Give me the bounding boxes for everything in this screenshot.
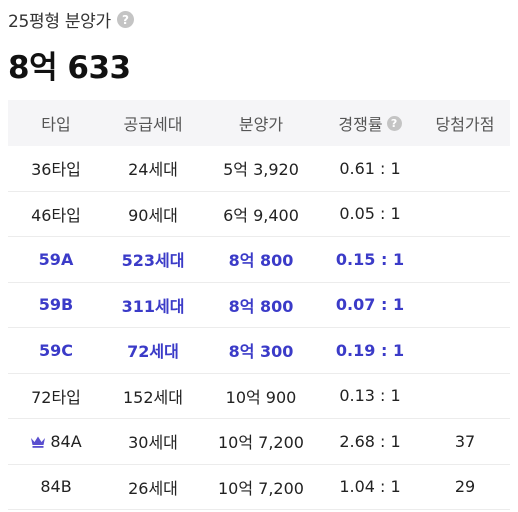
cell-text: 0.07 : 1 [335, 295, 405, 315]
competition-header-label: 경쟁률 [338, 115, 383, 134]
cell-text: 59A [38, 249, 74, 269]
cell-text: 84B [40, 477, 72, 497]
table-body: 36타입 24세대 5억 3,920 0.61 : 1 46타입 90세대 6억 9,400… [8, 146, 510, 510]
row-ratio-cell: 0.19 : 1 [320, 327, 420, 374]
cell-text: 37 [454, 431, 476, 451]
row-ratio-cell: 0.61 : 1 [320, 146, 420, 192]
row-price-cell: 5억 3,920 [202, 146, 320, 192]
cell-text: 90세대 [128, 205, 178, 225]
row-score-cell: 29 [420, 464, 510, 510]
cell-text: 10억 7,200 [218, 433, 304, 453]
row-price-cell: 10억 7,200 [202, 464, 320, 510]
cell-text: 0.05 : 1 [339, 204, 401, 224]
cell-text: 1.04 : 1 [339, 477, 401, 497]
row-units-cell: 523세대 [104, 236, 202, 283]
cell-text: 152세대 [123, 387, 183, 407]
cell-text: 8억 800 [228, 296, 294, 316]
column-header-price: 분양가 [238, 115, 284, 134]
subtitle-text: 25평형 분양가 [8, 12, 111, 32]
row-price-cell: 10억 900 [202, 373, 320, 419]
unit-type-table: 타입 공급세대 분양가 경쟁률 ? 당첨가점 36타입 24세대 5억 3,920 0… [8, 100, 510, 510]
cell-text: 26세대 [128, 478, 178, 498]
row-units-cell: 90세대 [104, 191, 202, 237]
cell-text: 311세대 [121, 296, 185, 316]
row-units-cell: 152세대 [104, 373, 202, 419]
cell-text: 523세대 [121, 251, 185, 271]
row-units-cell: 24세대 [104, 146, 202, 192]
cell-text: 8억 300 [228, 342, 294, 362]
row-units-cell: 30세대 [104, 418, 202, 465]
row-units-cell: 26세대 [104, 464, 202, 510]
cell-text: 24세대 [128, 160, 178, 180]
cell-text: 10억 900 [225, 387, 297, 407]
row-score-cell [420, 327, 510, 374]
cell-text: 8억 800 [228, 251, 294, 271]
row-score-cell [420, 191, 510, 237]
cell-text: 0.61 : 1 [339, 158, 401, 178]
cell-text: 59C [38, 340, 73, 360]
row-type-cell: 59C [8, 327, 104, 374]
row-score-cell [420, 373, 510, 419]
help-icon[interactable]: ? [116, 11, 134, 28]
row-score-cell [420, 236, 510, 283]
cell-text: 30세대 [128, 433, 178, 453]
table-row[interactable]: 72타입 152세대 10억 900 0.13 : 1 [8, 373, 510, 419]
cell-text: 59B [38, 295, 74, 315]
cell-text: 36타입 [31, 160, 81, 180]
row-ratio-cell: 2.68 : 1 [320, 418, 420, 465]
competition-help-icon[interactable]: ? [386, 115, 402, 131]
row-type-cell: 36타입 [8, 146, 104, 192]
row-price-cell: 8억 800 [202, 236, 320, 283]
row-price-cell: 8억 800 [202, 282, 320, 328]
row-score-cell [420, 282, 510, 328]
cell-text: 72타입 [31, 387, 81, 407]
crown-icon [31, 436, 46, 448]
column-header-score: 당첨가점 [435, 115, 495, 134]
table-row[interactable]: 59B 311세대 8억 800 0.07 : 1 [8, 282, 510, 328]
cell-text: 0.15 : 1 [335, 249, 405, 269]
row-type-cell: 46타입 [8, 191, 104, 237]
pyeong-price-subtitle: 25평형 분양가 ? [8, 7, 134, 32]
cell-text: 0.13 : 1 [339, 386, 401, 406]
cell-text: 29 [454, 477, 476, 497]
row-ratio-cell: 0.05 : 1 [320, 191, 420, 237]
row-ratio-cell: 1.04 : 1 [320, 464, 420, 510]
cell-text: 10억 7,200 [218, 478, 304, 498]
row-type-cell: 84A [8, 418, 104, 465]
cell-text: 6억 9,400 [223, 205, 299, 225]
column-header-type: 타입 [41, 115, 71, 134]
row-units-cell: 72세대 [104, 327, 202, 374]
row-units-cell: 311세대 [104, 282, 202, 328]
cell-text: 84A [50, 431, 82, 451]
row-ratio-cell: 0.13 : 1 [320, 373, 420, 419]
price-header: 25평형 분양가 ? 8억 633 [0, 0, 518, 100]
row-ratio-cell: 0.15 : 1 [320, 236, 420, 283]
table-header: 타입 공급세대 분양가 경쟁률 ? 당첨가점 [8, 100, 510, 146]
column-header-competition: 경쟁률 ? [320, 100, 420, 146]
row-type-cell: 72타입 [8, 373, 104, 419]
column-header-units: 공급세대 [123, 115, 183, 134]
row-ratio-cell: 0.07 : 1 [320, 282, 420, 328]
row-type-cell: 59A [8, 236, 104, 283]
cell-text: 0.19 : 1 [335, 340, 405, 360]
row-score-cell [420, 146, 510, 192]
row-price-cell: 10억 7,200 [202, 418, 320, 465]
table-row[interactable]: 59C 72세대 8억 300 0.19 : 1 [8, 327, 510, 374]
table-row[interactable]: 36타입 24세대 5억 3,920 0.61 : 1 [8, 146, 510, 192]
table-row[interactable]: 46타입 90세대 6억 9,400 0.05 : 1 [8, 191, 510, 237]
row-price-cell: 6억 9,400 [202, 191, 320, 237]
cell-text: 2.68 : 1 [339, 431, 401, 451]
table-header-row: 타입 공급세대 분양가 경쟁률 ? 당첨가점 [8, 100, 510, 146]
row-score-cell: 37 [420, 418, 510, 465]
price-value: 8억 633 [8, 50, 131, 86]
cell-text: 72세대 [127, 342, 179, 362]
table-row[interactable]: 84B 26세대 10억 7,200 1.04 : 1 29 [8, 464, 510, 510]
table-row[interactable]: 84A 30세대 10억 7,200 2.68 : 1 37 [8, 418, 510, 465]
table-row[interactable]: 59A 523세대 8억 800 0.15 : 1 [8, 236, 510, 283]
cell-text: 46타입 [31, 205, 81, 225]
cell-text: 5억 3,920 [223, 160, 299, 180]
row-type-cell: 84B [8, 464, 104, 510]
row-type-cell: 59B [8, 282, 104, 328]
row-price-cell: 8억 300 [202, 327, 320, 374]
